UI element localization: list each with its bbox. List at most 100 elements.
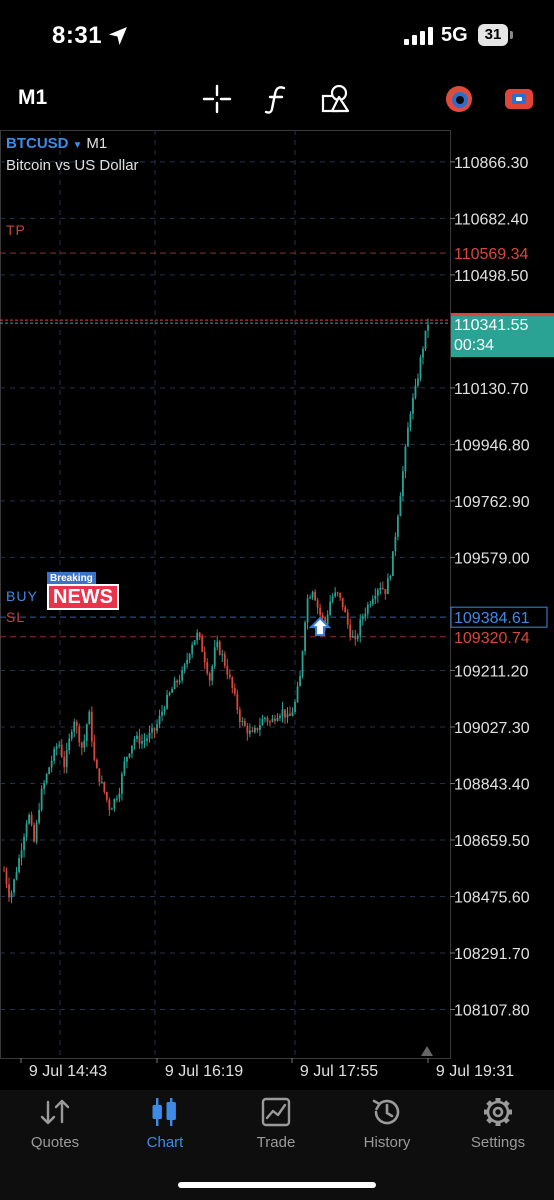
candle-body [110, 808, 113, 810]
candle-body [3, 870, 5, 872]
news-badge-big: NEWS [47, 584, 119, 610]
candle-body [186, 659, 189, 665]
candle-body [361, 616, 364, 620]
candle-body [211, 666, 214, 681]
battery-icon: 31 [478, 24, 514, 46]
symbol-dropdown-icon[interactable]: ▼ [73, 140, 83, 151]
location-arrow-icon [109, 27, 127, 45]
chart-toolbar: M1 [0, 76, 554, 124]
candle-body [256, 727, 259, 731]
sl-level-label[interactable]: SL [6, 609, 25, 625]
candle-body [78, 726, 81, 743]
candle-body [264, 717, 266, 719]
objects-icon[interactable] [320, 83, 352, 115]
candle-body [83, 740, 86, 748]
candle-body [208, 673, 211, 681]
timeframe-button[interactable]: M1 [18, 86, 47, 110]
candle-body [253, 727, 256, 732]
candle-body [389, 576, 392, 579]
candle-body [118, 793, 121, 799]
candle-body [409, 413, 412, 428]
candle-body [274, 718, 276, 721]
tab-quotes[interactable]: Quotes [0, 1094, 110, 1151]
candle-body [422, 348, 424, 358]
tab-label: Settings [470, 1134, 526, 1151]
candle-body [381, 587, 384, 590]
candle-body [45, 774, 48, 784]
candle-body [336, 592, 339, 594]
chart-icon [152, 1098, 176, 1126]
candle-body [163, 708, 166, 712]
x-tick-label: 9 Jul 19:31 [436, 1063, 514, 1080]
candle-body [228, 674, 231, 678]
candle-body [38, 809, 41, 823]
candle-body [121, 774, 123, 794]
candle-body [148, 732, 151, 739]
candle-body [231, 677, 234, 688]
candle-body [269, 721, 271, 723]
y-tick-label: 110130.70 [454, 381, 529, 398]
candle-body [48, 767, 51, 775]
indicator-f-icon[interactable] [262, 83, 290, 115]
symbol-name[interactable]: BTCUSD [6, 135, 69, 152]
candle-body [241, 720, 244, 722]
price-chart[interactable]: 110866.30 110682.40 110498.50 110130.70 1099… [0, 128, 554, 1090]
network-type: 5G [441, 24, 468, 46]
candle-body [391, 551, 394, 577]
tab-history[interactable]: History [332, 1094, 442, 1151]
candle-body [402, 471, 404, 497]
candle-body [103, 781, 106, 792]
candle-body [281, 709, 284, 716]
candle-body [8, 884, 10, 898]
status-bar: 8:31 5G 31 [0, 0, 554, 76]
candle-body [88, 711, 91, 725]
tab-settings[interactable]: Settings [443, 1094, 553, 1151]
tab-chart[interactable]: Chart [110, 1094, 220, 1151]
trade-icon[interactable] [503, 83, 535, 115]
symbol-header[interactable]: BTCUSD ▼ M1 [6, 135, 107, 152]
candle-body [193, 640, 196, 645]
y-tick-label: 109946.80 [454, 437, 530, 454]
candle-body [10, 892, 13, 898]
candle-body [141, 741, 143, 744]
candle-body [384, 589, 387, 595]
candle-body [376, 589, 379, 596]
candle-body [374, 595, 377, 600]
candle-body [126, 756, 128, 762]
candle-body [5, 870, 8, 885]
candle-body [396, 516, 399, 537]
candle-body [123, 761, 126, 775]
candle-body [334, 592, 337, 597]
candle-body [271, 718, 274, 722]
candle-body [266, 717, 269, 722]
x-tick-label: 9 Jul 14:43 [29, 1063, 107, 1080]
clock: 8:31 [52, 22, 103, 49]
candle-body [35, 822, 38, 842]
candle-body [427, 324, 429, 331]
tab-label: Quotes [30, 1134, 80, 1151]
candle-body [183, 664, 186, 671]
candle-body [181, 670, 184, 681]
tp-level-label[interactable]: TP [6, 222, 26, 238]
candle-body [213, 647, 216, 667]
candle-body [95, 759, 98, 769]
crosshair-icon[interactable] [201, 83, 233, 115]
candle-body [75, 721, 78, 727]
candle-body [136, 735, 138, 740]
candle-body [306, 598, 309, 623]
candle-body [419, 357, 422, 379]
trade-chart-icon [261, 1097, 291, 1127]
candle-body [296, 686, 299, 702]
candle-body [133, 739, 136, 746]
candle-body [108, 799, 111, 810]
breaking-news-badge: Breaking NEWS [47, 568, 119, 610]
buy-level-label[interactable]: BUY [6, 588, 38, 604]
y-tick-label: 110682.40 [454, 211, 529, 228]
account-icon[interactable] [443, 83, 475, 115]
candle-body [341, 597, 344, 608]
tab-trade[interactable]: Trade [221, 1094, 331, 1151]
candle-body [246, 726, 249, 734]
candle-body [331, 596, 334, 602]
candle-body [261, 718, 264, 726]
candle-body [356, 635, 359, 639]
